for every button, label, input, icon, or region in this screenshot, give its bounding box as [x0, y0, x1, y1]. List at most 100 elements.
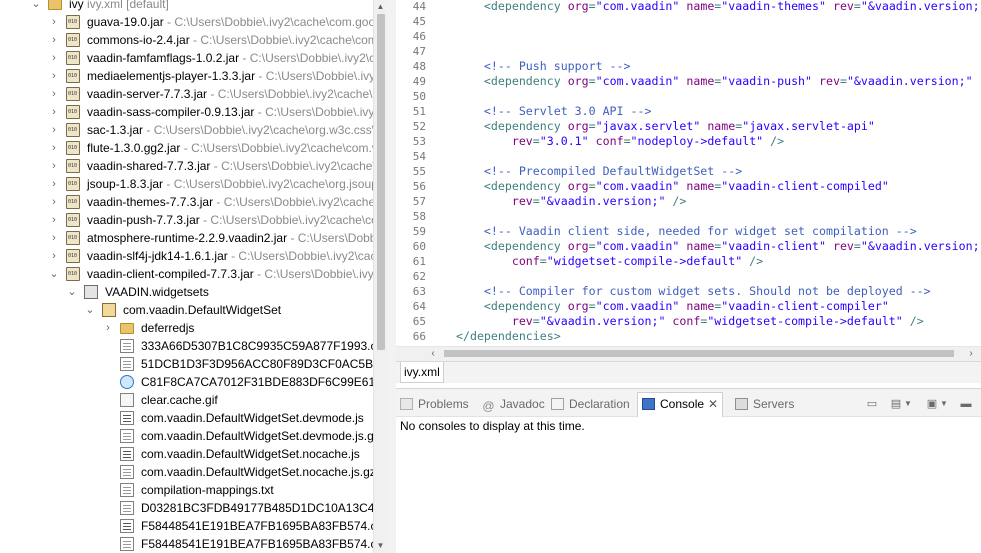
tree-item[interactable]: › vaadin-slf4j-jdk14-1.6.1.jar - C:\Users… [0, 247, 373, 265]
code-line[interactable]: rev="&vaadin.version;" conf="widgetset-c… [456, 314, 924, 329]
minimize-icon[interactable]: ▬ [959, 397, 973, 411]
chevron-right-icon[interactable]: › [48, 157, 60, 175]
scroll-right-arrow-icon[interactable]: › [964, 347, 978, 361]
tree-item-location: - C:\Users\Dobbie\.ivy2\cac [239, 51, 373, 65]
chevron-down-icon[interactable]: ⌄ [84, 301, 96, 319]
chevron-down-icon[interactable]: ⌄ [48, 265, 60, 283]
tab-declaration[interactable]: Declaration [551, 393, 630, 415]
console-message: No consoles to display at this time. [400, 419, 585, 433]
tree-item[interactable]: compilation-mappings.txt [0, 481, 373, 499]
chevron-right-icon[interactable]: › [102, 319, 114, 337]
chevron-right-icon[interactable]: › [48, 175, 60, 193]
code-token: rev [832, 0, 854, 13]
tree-item[interactable]: › vaadin-shared-7.7.3.jar - C:\Users\Dobb… [0, 157, 373, 175]
close-icon[interactable]: ✕ [708, 397, 718, 411]
display-selected-console-icon[interactable]: ▭ [865, 397, 879, 411]
tab-ivy-xml[interactable]: ivy.xml [400, 362, 444, 383]
tree-item[interactable]: › commons-io-2.4.jar - C:\Users\Dobbie\.i… [0, 31, 373, 49]
tab-console[interactable]: Console ✕ [637, 392, 724, 417]
scroll-up-arrow-icon[interactable]: ▲ [374, 0, 387, 14]
tree-item[interactable]: C81F8CA7CA7012F31BDE883DF6C99E61.cache. [0, 373, 373, 391]
jar-icon [66, 33, 80, 47]
tree-item[interactable]: › jsoup-1.8.3.jar - C:\Users\Dobbie\.ivy2… [0, 175, 373, 193]
code-line[interactable]: <dependency org="com.vaadin" name="vaadi… [456, 239, 980, 254]
code-line[interactable]: rev="3.0.1" conf="nodeploy->default" /> [456, 134, 784, 149]
tree-item[interactable]: › vaadin-themes-7.7.3.jar - C:\Users\Dobb… [0, 193, 373, 211]
chevron-right-icon[interactable]: › [48, 247, 60, 265]
tree-item[interactable]: F58448541E191BEA7FB1695BA83FB574.cache.j… [0, 517, 373, 535]
code-token: "&vaadin.version; [860, 239, 980, 253]
code-line[interactable]: <dependency org="javax.servlet" name="ja… [456, 119, 875, 134]
tree-item[interactable]: F58448541E191BEA7FB1695BA83FB574.cache.j… [0, 535, 373, 553]
code-line[interactable]: <dependency org="com.vaadin" name="vaadi… [456, 0, 980, 14]
code-line[interactable]: conf="widgetset-compile->default" /> [456, 254, 763, 269]
tree-item[interactable]: clear.cache.gif [0, 391, 373, 409]
tree-item[interactable]: › vaadin-push-7.7.3.jar - C:\Users\Dobbie… [0, 211, 373, 229]
tree-item[interactable]: 333A66D5307B1C8C9935C59A877F1993.cache.e [0, 337, 373, 355]
tree-item[interactable]: ⌄ vaadin-client-compiled-7.7.3.jar - C:\U… [0, 265, 373, 283]
code-token: = [853, 0, 861, 13]
tree-item[interactable]: ⌄ VAADIN.widgetsets [0, 283, 373, 301]
ivy-dependency-tree[interactable]: ⌄ ivy ivy.xml [default] › guava-19.0.jar - … [0, 0, 387, 553]
chevron-right-icon[interactable]: › [48, 85, 60, 103]
chevron-right-icon[interactable]: › [48, 229, 60, 247]
chevron-right-icon[interactable]: › [48, 49, 60, 67]
code-line[interactable]: <!-- Compiler for custom widget sets. Sh… [456, 284, 931, 299]
tab-problems[interactable]: Problems [400, 393, 469, 415]
code-line[interactable]: rev="&vaadin.version;" /> [456, 194, 687, 209]
tree-item[interactable]: › vaadin-server-7.7.3.jar - C:\Users\Dobb… [0, 85, 373, 103]
chevron-right-icon[interactable]: › [48, 121, 60, 139]
code-line[interactable]: </dependencies> [456, 329, 561, 344]
tree-item[interactable]: 51DCB1D3F3D956ACC80F89D3CF0AC5BE.cache [0, 355, 373, 373]
code-line[interactable]: <!-- Servlet 3.0 API --> [456, 104, 652, 119]
tree-item-label: flute-1.3.0.gg2.jar [87, 141, 181, 155]
code-line[interactable]: <!-- Vaadin client side, needed for widg… [456, 224, 917, 239]
code-line[interactable]: <!-- Precompiled DefaultWidgetSet --> [456, 164, 742, 179]
view-sash[interactable] [387, 0, 396, 553]
tree-item[interactable]: › flute-1.3.0.gg2.jar - C:\Users\Dobbie\.… [0, 139, 373, 157]
tree-item[interactable]: › vaadin-sass-compiler-0.9.13.jar - C:\Us… [0, 103, 373, 121]
tree-vertical-scrollbar[interactable]: ▲ ▼ [373, 0, 387, 553]
tree-scroll-thumb[interactable] [377, 14, 385, 350]
tree-item[interactable]: D03281BC3FDB49177B485D1DC10A13C4.cache [0, 499, 373, 517]
tree-item[interactable]: com.vaadin.DefaultWidgetSet.devmode.js.g… [0, 427, 373, 445]
tree-item[interactable]: › mediaelementjs-player-1.3.3.jar - C:\Us… [0, 67, 373, 85]
chevron-right-icon[interactable]: › [48, 67, 60, 85]
code-token: name [686, 179, 715, 193]
chevron-down-icon[interactable]: ▼ [940, 397, 948, 411]
chevron-right-icon[interactable]: › [48, 139, 60, 157]
code-line[interactable]: <dependency org="com.vaadin" name="vaadi… [456, 74, 973, 89]
code-token: </dependencies> [456, 329, 561, 343]
chevron-right-icon[interactable]: › [48, 193, 60, 211]
code-token: <!-- Precompiled DefaultWidgetSet --> [456, 164, 743, 178]
code-line[interactable]: <dependency org="com.vaadin" name="vaadi… [456, 179, 889, 194]
tree-item[interactable]: ⌄ com.vaadin.DefaultWidgetSet [0, 301, 373, 319]
chevron-right-icon[interactable]: › [48, 31, 60, 49]
open-console-icon[interactable]: ▤ [889, 397, 903, 411]
tab-javadoc[interactable]: @ Javadoc [482, 393, 544, 415]
chevron-right-icon[interactable]: › [48, 103, 60, 121]
chevron-down-icon[interactable]: ▼ [904, 397, 912, 411]
tree-item[interactable]: › atmosphere-runtime-2.2.9.vaadin2.jar - … [0, 229, 373, 247]
code-line[interactable]: <dependency org="com.vaadin" name="vaadi… [456, 299, 889, 314]
new-console-icon[interactable]: ▣ [925, 397, 939, 411]
chevron-down-icon[interactable]: ⌄ [30, 0, 42, 13]
chevron-right-icon[interactable]: › [48, 211, 60, 229]
chevron-down-icon[interactable]: ⌄ [66, 283, 78, 301]
code-line[interactable]: <!-- Push support --> [456, 59, 631, 74]
tree-item[interactable]: › vaadin-famfamflags-1.0.2.jar - C:\Users… [0, 49, 373, 67]
tab-servers[interactable]: Servers [735, 393, 794, 415]
tree-item[interactable]: › guava-19.0.jar - C:\Users\Dobbie\.ivy2\… [0, 13, 373, 31]
tree-item[interactable]: ⌄ ivy ivy.xml [default] [0, 0, 373, 13]
editor-horizontal-scrollbar[interactable]: ‹ › [396, 346, 981, 361]
tree-item[interactable]: com.vaadin.DefaultWidgetSet.nocache.js [0, 445, 373, 463]
chevron-right-icon[interactable]: › [48, 13, 60, 31]
xml-editor[interactable]: 44 45 46 47 48 49 50 51 52 53 54 55 56 57 58 59 60 61 62 63… [396, 0, 981, 346]
scroll-left-arrow-icon[interactable]: ‹ [426, 347, 440, 361]
tree-item[interactable]: › sac-1.3.jar - C:\Users\Dobbie\.ivy2\cac… [0, 121, 373, 139]
scroll-down-arrow-icon[interactable]: ▼ [374, 539, 387, 553]
tree-item[interactable]: › deferredjs [0, 319, 373, 337]
editor-hscroll-thumb[interactable] [444, 350, 954, 357]
tree-item[interactable]: com.vaadin.DefaultWidgetSet.devmode.js [0, 409, 373, 427]
tree-item[interactable]: com.vaadin.DefaultWidgetSet.nocache.js.g… [0, 463, 373, 481]
